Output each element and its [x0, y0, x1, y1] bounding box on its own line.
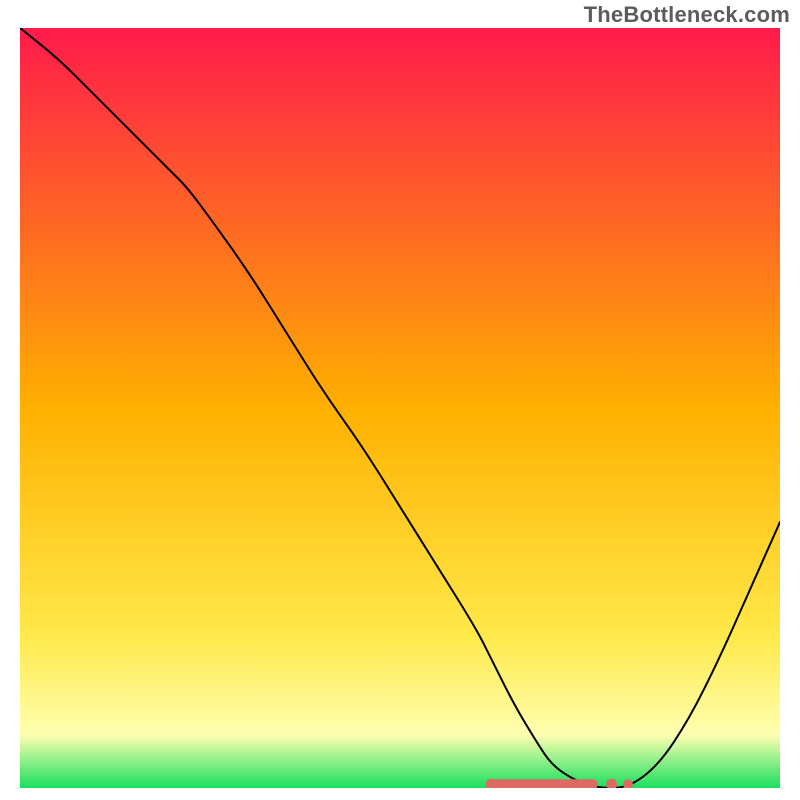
chart-plot: [20, 28, 780, 788]
watermark-text: TheBottleneck.com: [584, 2, 790, 28]
bottom-marker-strip: [486, 779, 633, 788]
gradient-background: [20, 28, 780, 788]
chart-container: TheBottleneck.com: [0, 0, 800, 800]
chart-svg: [20, 28, 780, 788]
